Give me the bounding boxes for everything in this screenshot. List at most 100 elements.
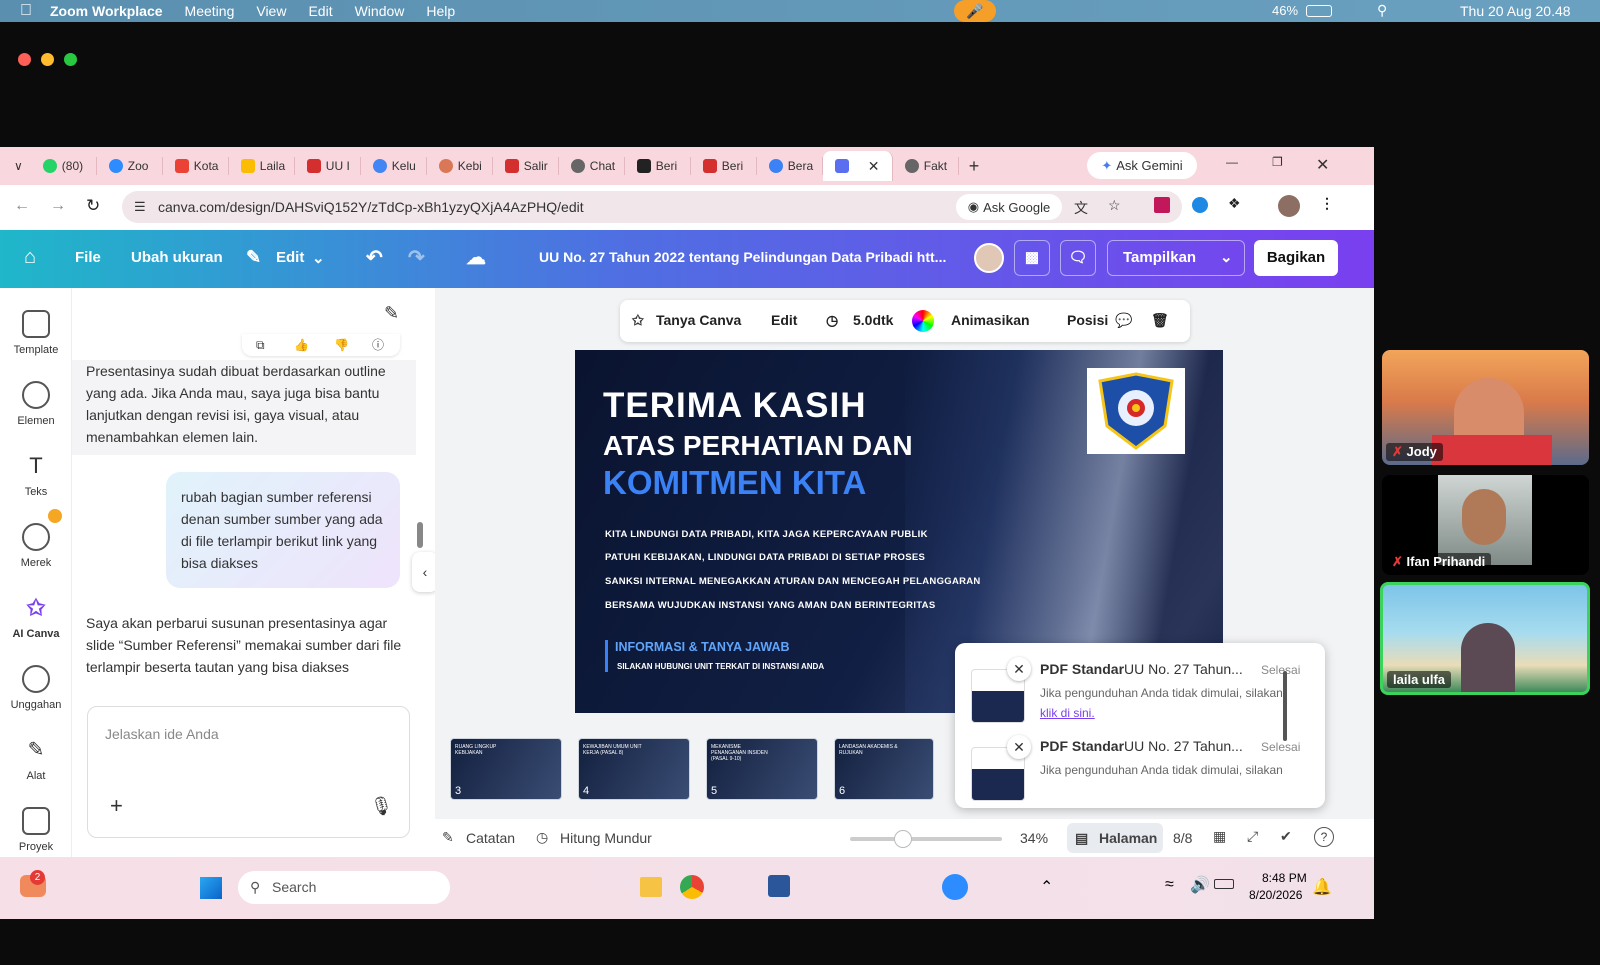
new-tab-button[interactable]: + bbox=[969, 156, 980, 177]
slide-bullet[interactable]: KITA LINDUNGI DATA PRIBADI, KITA JAGA KE… bbox=[605, 529, 928, 540]
battery-icon[interactable] bbox=[1214, 879, 1234, 889]
menu-view[interactable]: View bbox=[256, 3, 286, 19]
nav-template[interactable]: Template bbox=[0, 310, 72, 356]
zoom-level[interactable]: 34% bbox=[1020, 830, 1048, 846]
thumbs-down-icon[interactable]: 👎 bbox=[334, 334, 349, 356]
browser-tab[interactable]: Kelu bbox=[361, 157, 427, 175]
duration-button[interactable]: 5.0dtk bbox=[853, 312, 893, 328]
dismiss-icon[interactable]: ✕ bbox=[1007, 657, 1031, 681]
file-menu[interactable]: File bbox=[75, 249, 101, 266]
position-button[interactable]: Posisi bbox=[1067, 312, 1108, 328]
participant-tile[interactable]: ✗ Ifan Prihandi bbox=[1382, 475, 1589, 575]
chevron-down-icon[interactable]: ⌄ bbox=[312, 249, 325, 267]
menu-meeting[interactable]: Meeting bbox=[185, 3, 235, 19]
new-chat-icon[interactable]: ✎ bbox=[384, 302, 399, 324]
menu-window[interactable]: Window bbox=[355, 3, 405, 19]
nav-brand[interactable]: Merek bbox=[0, 509, 72, 569]
chat-input[interactable]: Jelaskan ide Anda + 🎙 bbox=[87, 706, 410, 838]
page-thumbnail[interactable]: MEKANISME PENANGANAN INSIDEN (PASAL 9-10… bbox=[706, 738, 818, 800]
zoom-app-icon[interactable] bbox=[942, 874, 968, 900]
mic-icon[interactable]: 🎤 bbox=[954, 0, 996, 22]
info-icon[interactable]: ⓘ bbox=[372, 334, 384, 356]
slide-title-1[interactable]: TERIMA KASIH bbox=[603, 386, 866, 426]
zoom-slider-handle[interactable] bbox=[894, 830, 912, 848]
browser-tab[interactable]: Fakt bbox=[893, 157, 959, 175]
slide-bullet[interactable]: SANKSI INTERNAL MENEGAKKAN ATURAN DAN ME… bbox=[605, 576, 981, 587]
minimize-window-button[interactable] bbox=[41, 53, 54, 66]
undo-icon[interactable]: ↶ bbox=[366, 245, 383, 270]
comment-icon[interactable]: 🗨 bbox=[1060, 240, 1096, 276]
browser-tab[interactable]: Beri bbox=[625, 157, 691, 175]
browser-tab[interactable]: Beri bbox=[691, 157, 757, 175]
browser-tab[interactable]: (80) bbox=[31, 157, 97, 175]
file-explorer-icon[interactable] bbox=[640, 877, 662, 897]
browser-tab[interactable]: Kota bbox=[163, 157, 229, 175]
help-icon[interactable]: ? bbox=[1314, 827, 1334, 847]
color-wheel-icon[interactable] bbox=[912, 310, 934, 332]
windows-start-icon[interactable] bbox=[200, 877, 222, 899]
add-attachment-icon[interactable]: + bbox=[110, 795, 123, 817]
taskbar-time[interactable]: 8:48 PM bbox=[1262, 871, 1307, 885]
tray-chevron-icon[interactable]: ⌃ bbox=[1040, 877, 1053, 897]
ask-gemini-button[interactable]: ✦ Ask Gemini bbox=[1087, 152, 1197, 179]
edit-button[interactable]: Edit bbox=[771, 312, 797, 328]
insights-icon[interactable]: ▩ bbox=[1014, 240, 1050, 276]
dismiss-icon[interactable]: ✕ bbox=[1007, 735, 1031, 759]
thumbs-up-icon[interactable]: 👍 bbox=[294, 334, 309, 356]
browser-tab[interactable]: Salir bbox=[493, 157, 559, 175]
minimize-icon[interactable]: — bbox=[1226, 155, 1238, 169]
forward-icon[interactable]: → bbox=[50, 197, 66, 215]
resize-button[interactable]: Ubah ukuran bbox=[131, 249, 223, 266]
nav-elements[interactable]: Elemen bbox=[0, 381, 72, 427]
slide-info-title[interactable]: INFORMASI & TANYA JAWAB bbox=[615, 640, 790, 654]
maximize-window-button[interactable] bbox=[64, 53, 77, 66]
nav-tools[interactable]: ✎ Alat bbox=[0, 736, 72, 782]
taskbar-date[interactable]: 8/20/2026 bbox=[1249, 888, 1302, 902]
grid-view-icon[interactable]: ▦ bbox=[1213, 828, 1226, 845]
translate-icon[interactable]: 文 bbox=[1074, 198, 1088, 218]
nav-text[interactable]: T Teks bbox=[0, 452, 72, 498]
fullscreen-icon[interactable]: ⤢ bbox=[1247, 828, 1258, 845]
browser-tab[interactable]: UU I bbox=[295, 157, 361, 175]
notification-bell-icon[interactable]: 🔔 bbox=[1312, 877, 1332, 897]
browser-tab[interactable]: Chat bbox=[559, 157, 625, 175]
volume-icon[interactable]: 🔊 bbox=[1190, 875, 1210, 895]
document-title[interactable]: UU No. 27 Tahun 2022 tentang Pelindungan… bbox=[539, 249, 946, 265]
slide-title-3[interactable]: KOMITMEN KITA bbox=[603, 464, 866, 502]
search-icon[interactable]: ⚲ bbox=[1377, 2, 1387, 19]
nav-projects[interactable]: Proyek bbox=[0, 807, 72, 853]
browser-tab[interactable]: Bera bbox=[757, 157, 823, 175]
page-thumbnail[interactable]: RUANG LINGKUP KEBIJAKAN 3 bbox=[450, 738, 562, 800]
slide-bullet[interactable]: BERSAMA WUJUDKAN INSTANSI YANG AMAN DAN … bbox=[605, 600, 935, 611]
toast-scrollbar[interactable] bbox=[1283, 671, 1287, 741]
word-icon[interactable] bbox=[768, 875, 790, 897]
timer-button[interactable]: Hitung Mundur bbox=[560, 830, 652, 846]
chevron-down-icon[interactable]: ⌄ bbox=[1220, 241, 1233, 275]
check-icon[interactable]: ✔ bbox=[1280, 828, 1292, 845]
comment-add-icon[interactable]: 💬 bbox=[1115, 312, 1132, 329]
close-tab-icon[interactable]: ✕ bbox=[868, 158, 880, 175]
page-thumbnail[interactable]: KEWAJIBAN UMUM UNIT KERJA (PASAL 8) 4 bbox=[578, 738, 690, 800]
chrome-icon[interactable] bbox=[680, 875, 704, 899]
home-icon[interactable]: ⌂ bbox=[24, 246, 36, 269]
edit-mode-button[interactable]: Edit bbox=[276, 249, 304, 266]
present-button[interactable]: Tampilkan ⌄ bbox=[1107, 240, 1245, 276]
download-retry-link[interactable]: klik di sini. bbox=[1040, 706, 1095, 720]
redo-icon[interactable]: ↷ bbox=[408, 245, 425, 270]
cloud-sync-icon[interactable]: ☁ bbox=[466, 245, 486, 270]
nav-ai-canva[interactable]: ✩ AI Canva bbox=[0, 594, 72, 640]
app-menu[interactable]: Zoom Workplace bbox=[50, 3, 163, 19]
slide-title-2[interactable]: ATAS PERHATIAN DAN bbox=[603, 430, 913, 462]
bookmark-star-icon[interactable]: ☆ bbox=[1108, 197, 1121, 214]
share-button[interactable]: Bagikan bbox=[1254, 240, 1338, 276]
university-logo[interactable] bbox=[1087, 368, 1185, 454]
wifi-icon[interactable]: ≈ bbox=[1165, 876, 1174, 894]
site-info-icon[interactable]: ☰ bbox=[134, 199, 146, 215]
zoom-slider[interactable] bbox=[850, 830, 1002, 848]
microphone-icon[interactable]: 🎙 bbox=[370, 795, 393, 817]
tab-search-icon[interactable]: ∨ bbox=[14, 159, 23, 173]
reload-icon[interactable]: ↻ bbox=[86, 196, 100, 216]
puzzle-icon[interactable]: ❖ bbox=[1228, 195, 1241, 212]
copy-icon[interactable]: ⧉ bbox=[256, 334, 265, 356]
animate-button[interactable]: Animasikan bbox=[951, 312, 1030, 328]
